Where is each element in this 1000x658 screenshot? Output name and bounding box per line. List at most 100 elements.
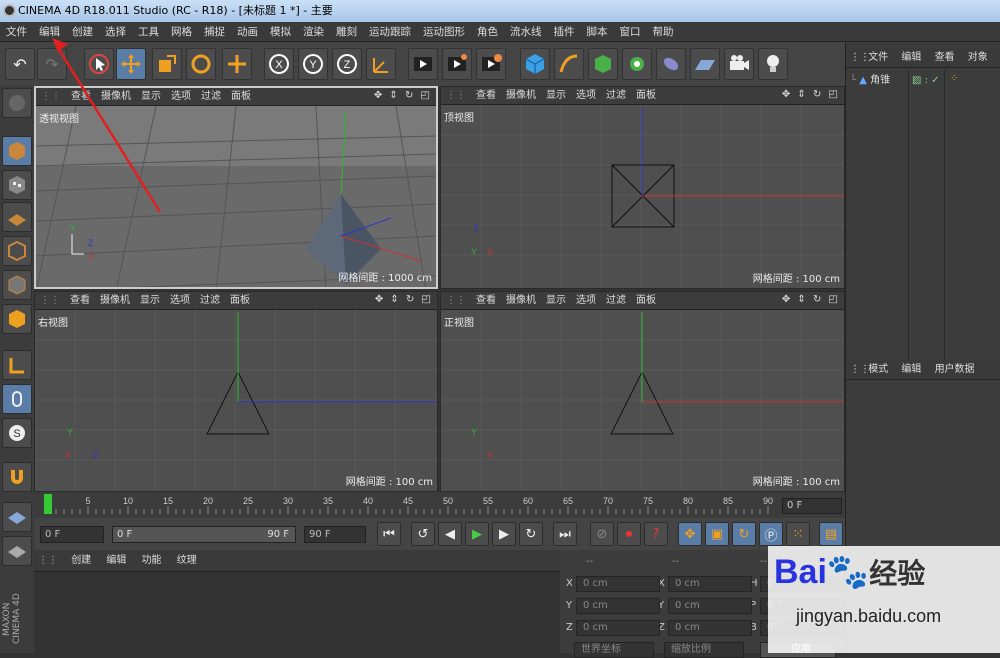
viewport-menu-item[interactable]: 显示 <box>135 292 165 310</box>
coord-value-field[interactable]: 0 cm <box>668 598 752 614</box>
viewport-menu-item[interactable]: 面板 <box>225 292 255 310</box>
keyframe-help-button[interactable]: ? <box>644 522 668 546</box>
go-to-start-button[interactable]: ⏮ <box>377 522 401 546</box>
max-time-field[interactable]: 90 F <box>304 526 366 543</box>
menu-item[interactable]: 模拟 <box>264 22 297 42</box>
drag-handle-icon[interactable]: ⋮⋮ <box>441 292 471 310</box>
object-row-pyramid[interactable]: └ ▲ 角锥 <box>850 73 890 89</box>
polygons-mode-button[interactable] <box>2 304 32 334</box>
coordinate-system-button[interactable] <box>366 48 396 80</box>
autokey-button[interactable]: ⏺ <box>617 522 641 546</box>
menu-item[interactable]: 雕刻 <box>330 22 363 42</box>
viewport-menu-item[interactable]: 过滤 <box>601 292 631 310</box>
attr-menu-userdata[interactable]: 用户数据 <box>930 360 980 380</box>
camera-object-button[interactable] <box>724 48 754 80</box>
viewport-menu-item[interactable]: 显示 <box>541 292 571 310</box>
coord-value-field[interactable]: 0 cm <box>576 620 660 636</box>
play-button[interactable]: ▶ <box>465 522 489 546</box>
viewport-menu-item[interactable]: 过滤 <box>196 88 226 106</box>
viewport-menu-item[interactable]: 显示 <box>541 87 571 105</box>
cube-object-button[interactable] <box>520 48 550 80</box>
coordinate-mode-select[interactable]: 世界坐标 <box>574 642 654 658</box>
cloner-button[interactable] <box>622 48 652 80</box>
object-menu-view[interactable]: 查看 <box>930 48 960 68</box>
make-editable-button[interactable] <box>2 88 32 118</box>
viewport-menu-item[interactable]: 摄像机 <box>95 292 135 310</box>
menu-item[interactable]: 流水线 <box>504 22 548 42</box>
workplane-mode-button[interactable] <box>2 202 32 232</box>
menu-item[interactable]: 捕捉 <box>198 22 231 42</box>
viewport-menu-item[interactable]: 选项 <box>571 292 601 310</box>
viewport-menu-item[interactable]: 面板 <box>226 88 256 106</box>
viewport-menu-item[interactable]: 面板 <box>631 87 661 105</box>
menu-item[interactable]: 动画 <box>231 22 264 42</box>
viewport-menu-item[interactable]: 查看 <box>65 292 95 310</box>
render-settings-button[interactable] <box>476 48 506 80</box>
tweak-mode-button[interactable] <box>2 384 32 414</box>
menu-item[interactable]: 运动跟踪 <box>363 22 417 42</box>
coord-value-field[interactable]: 0 cm <box>576 576 660 592</box>
menu-item[interactable]: 脚本 <box>581 22 614 42</box>
size-mode-select[interactable]: 缩放比例 <box>664 642 744 658</box>
viewport-menu-item[interactable]: 查看 <box>471 87 501 105</box>
range-slider[interactable]: 0 F 90 F <box>112 526 296 543</box>
edges-mode-button[interactable] <box>2 270 32 300</box>
floor-object-button[interactable] <box>690 48 720 80</box>
viewport-front[interactable]: ⋮⋮ 查看 摄像机 显示 选项 过滤 面板 ✥ ⇕ ↻ ◰ Y X 正视图 网格间距 : 1… <box>440 291 845 492</box>
menu-item[interactable]: 角色 <box>471 22 504 42</box>
current-time-field[interactable]: 0 F <box>40 526 104 543</box>
object-menu-edit[interactable]: 编辑 <box>896 48 926 68</box>
material-menu-function[interactable]: 功能 <box>136 550 168 572</box>
texture-mode-button[interactable] <box>2 170 32 200</box>
viewport-menu-item[interactable]: 过滤 <box>195 292 225 310</box>
viewport-nav-icons[interactable]: ✥ ⇕ ↻ ◰ <box>375 294 433 305</box>
x-axis-lock-button[interactable]: X <box>264 48 294 80</box>
magnet-snap-button[interactable] <box>2 462 32 492</box>
key-scale-button[interactable]: ▣ <box>705 522 729 546</box>
object-tag-icon[interactable]: ⁘ <box>950 73 958 84</box>
timeline-ruler[interactable]: 051015202530354045505560657075808590 <box>40 494 785 516</box>
z-axis-lock-button[interactable]: Z <box>332 48 362 80</box>
points-mode-button[interactable] <box>2 236 32 266</box>
timeline[interactable]: 051015202530354045505560657075808590 0 F <box>34 492 845 518</box>
viewport-menu-item[interactable]: 过滤 <box>601 87 631 105</box>
record-key-button[interactable]: ⊘ <box>590 522 614 546</box>
transform-tool-button[interactable] <box>222 48 252 80</box>
menu-item[interactable]: 运动图形 <box>417 22 471 42</box>
menu-item[interactable]: 文件 <box>0 22 33 42</box>
viewport-top[interactable]: ⋮⋮ 查看 摄像机 显示 选项 过滤 面板 ✥ ⇕ ↻ ◰ Z X Y 顶视图 网格间距 :… <box>440 86 845 289</box>
axis-mode-button[interactable] <box>2 350 32 380</box>
y-axis-lock-button[interactable]: Y <box>298 48 328 80</box>
grid-snap-button[interactable] <box>2 536 32 566</box>
timeline-window-button[interactable]: ▤ <box>819 522 843 546</box>
object-visibility-icon[interactable]: ▨ : ✓ <box>912 75 940 86</box>
material-menu-edit[interactable]: 编辑 <box>100 550 132 572</box>
coord-value-field[interactable]: 0 cm <box>576 598 660 614</box>
light-object-button[interactable] <box>758 48 788 80</box>
viewport-menu-item[interactable]: 选项 <box>165 292 195 310</box>
key-pla-button[interactable]: ⁙ <box>786 522 810 546</box>
drag-handle-icon[interactable]: ⋮⋮ <box>441 87 471 105</box>
key-position-button[interactable]: ✥ <box>678 522 702 546</box>
viewport-menu-item[interactable]: 摄像机 <box>501 87 541 105</box>
viewport-menu-item[interactable]: 面板 <box>631 292 661 310</box>
previous-frame-button[interactable]: ◀ <box>438 522 462 546</box>
coord-value-field[interactable]: 0 cm <box>668 620 752 636</box>
playhead[interactable] <box>44 494 52 514</box>
current-frame-field[interactable]: 0 F <box>782 498 842 514</box>
viewport-menu-item[interactable]: 查看 <box>471 292 501 310</box>
viewport-nav-icons[interactable]: ✥ ⇕ ↻ ◰ <box>374 90 432 101</box>
attr-menu-mode[interactable]: 模式 <box>863 360 893 380</box>
object-menu-object[interactable]: 对象 <box>963 48 993 68</box>
material-menu-texture[interactable]: 纹理 <box>171 550 203 572</box>
rotate-tool-button[interactable] <box>186 48 216 80</box>
previous-key-button[interactable]: ↺ <box>411 522 435 546</box>
viewport-right[interactable]: ⋮⋮ 查看 摄像机 显示 选项 过滤 面板 ✥ ⇕ ↻ ◰ Y X Z 右视图 网格间距 :… <box>34 291 438 492</box>
drag-handle-icon[interactable]: ⋮⋮ <box>35 292 65 310</box>
material-menu-create[interactable]: 创建 <box>65 550 97 572</box>
render-view-button[interactable] <box>408 48 438 80</box>
workplane-lock-button[interactable] <box>2 502 32 532</box>
viewport-menu-item[interactable]: 选项 <box>571 87 601 105</box>
object-menu-file[interactable]: 文件 <box>863 48 893 68</box>
menu-item[interactable]: 帮助 <box>647 22 680 42</box>
